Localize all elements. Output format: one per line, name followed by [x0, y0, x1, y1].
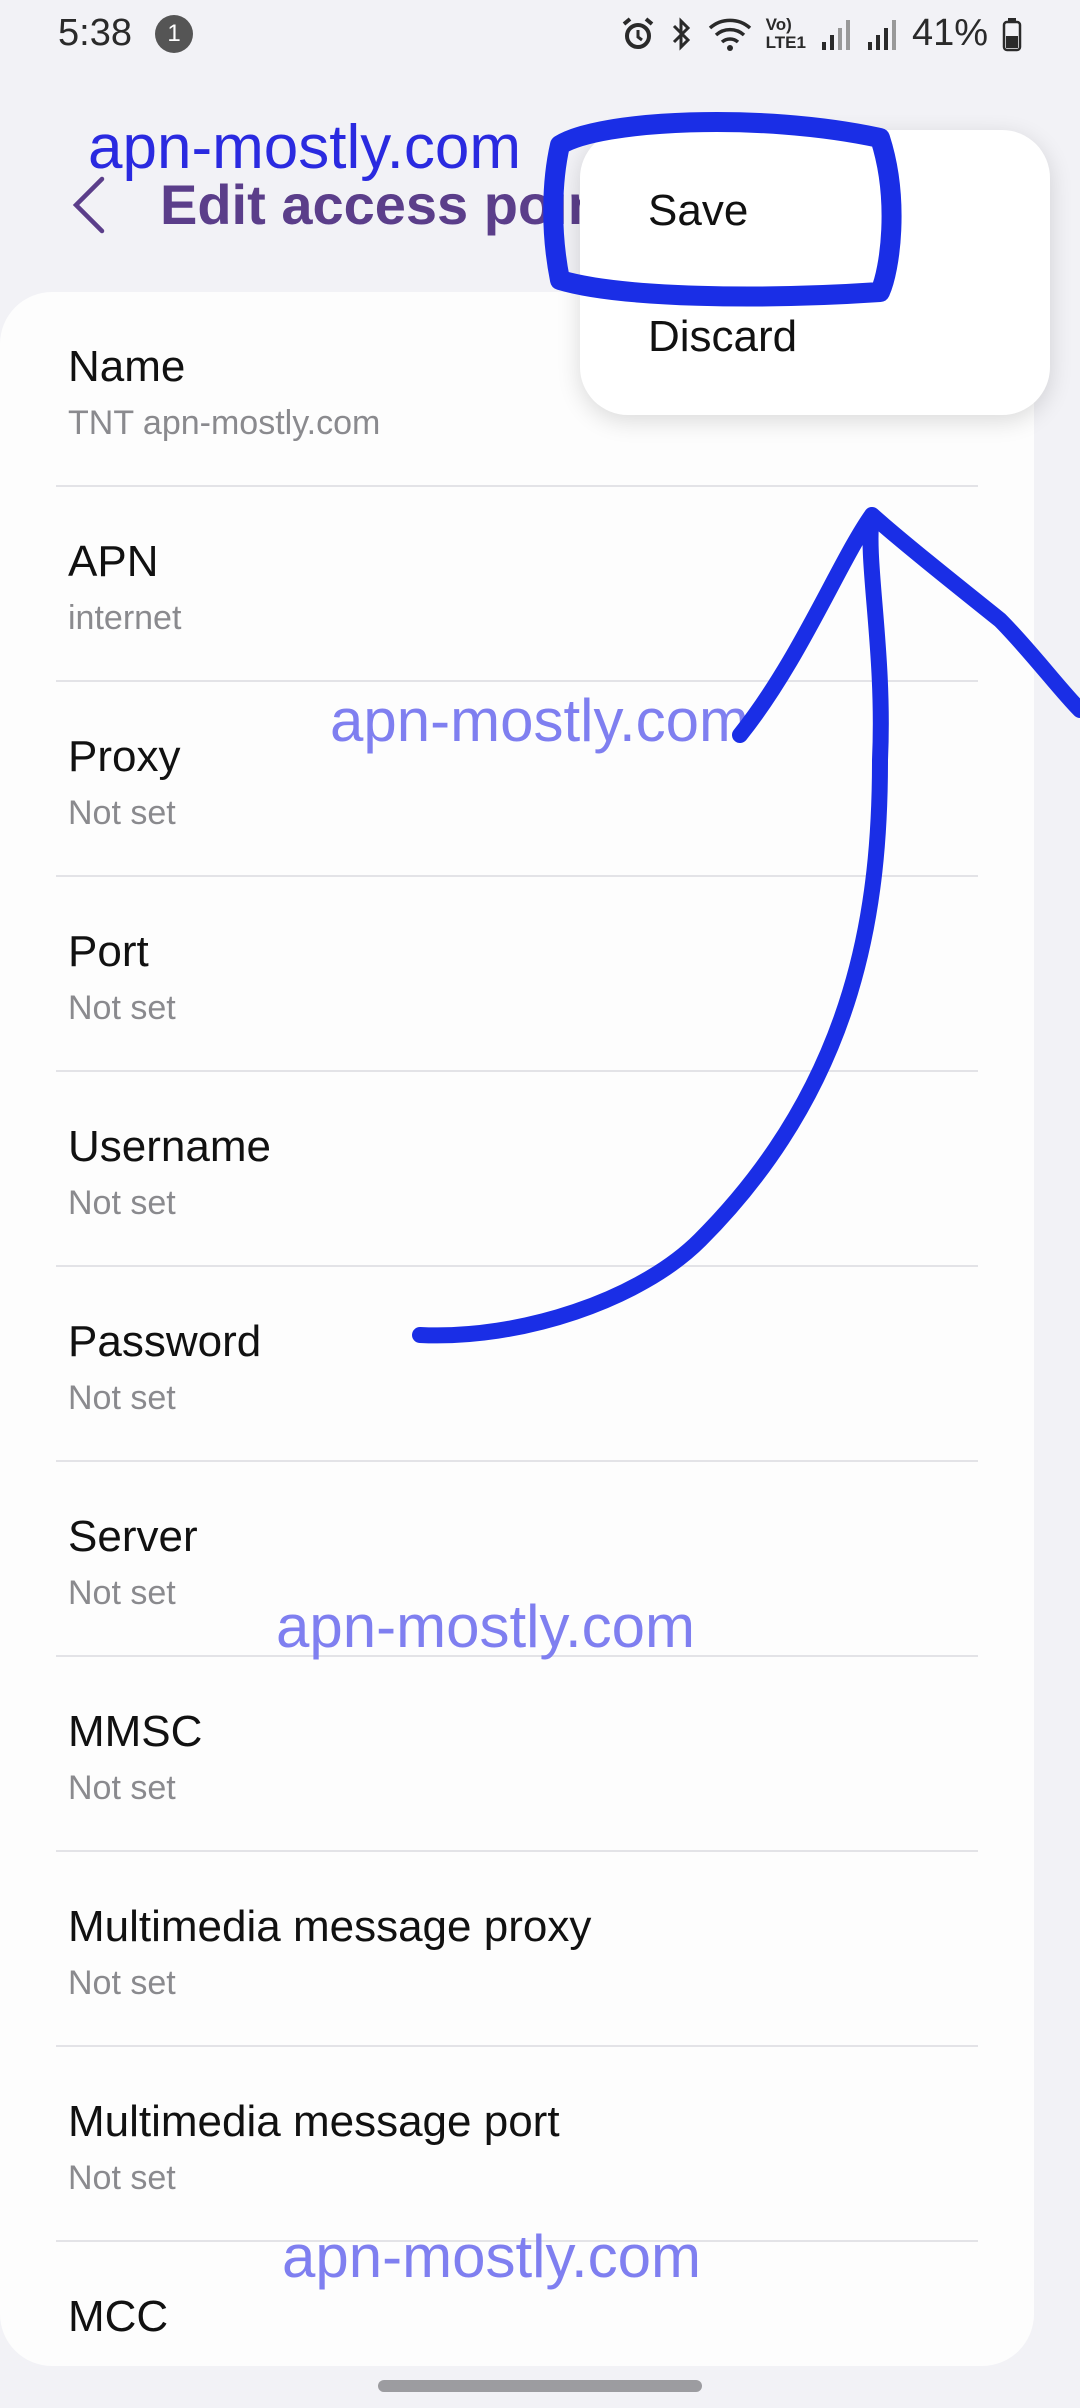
item-label: Multimedia message proxy — [68, 1902, 592, 1951]
item-value: Not set — [68, 794, 176, 832]
watermark-text: apn-mostly.com — [88, 113, 521, 182]
list-item-mms-port[interactable]: Multimedia message port Not set — [56, 2047, 978, 2242]
alarm-icon — [620, 16, 656, 52]
watermark-text: apn-mostly.com — [282, 2223, 702, 2290]
item-label: APN — [68, 537, 159, 586]
notification-count-badge: 1 — [155, 15, 193, 53]
item-value: TNT apn-mostly.com — [68, 404, 381, 442]
item-value: Not set — [68, 1574, 176, 1612]
watermark-text: apn-mostly.com — [276, 1593, 696, 1660]
list-item-port[interactable]: Port Not set — [56, 877, 978, 1072]
item-value: Not set — [68, 1769, 176, 1807]
network-type-label: LTE1 — [765, 32, 806, 52]
status-icons: Vo) LTE1 41% — [620, 12, 1022, 55]
item-label: MMSC — [68, 1707, 203, 1756]
watermark-text: apn-mostly.com — [330, 687, 750, 754]
signal-icon-sim1 — [820, 16, 852, 52]
battery-icon — [1002, 16, 1022, 52]
status-bar: 5:38 1 Vo) LTE1 41% — [0, 0, 1080, 70]
item-label: Server — [68, 1512, 198, 1561]
discard-menu-item[interactable]: Discard — [648, 312, 797, 362]
apn-settings-list: Name TNT apn-mostly.com APN internet Pro… — [0, 292, 1034, 2366]
list-item-apn[interactable]: APN internet — [56, 487, 978, 682]
item-label: Name — [68, 342, 186, 391]
item-value: Not set — [68, 1184, 176, 1222]
item-value: internet — [68, 599, 182, 637]
bluetooth-icon — [670, 16, 694, 52]
navigation-handle[interactable] — [378, 2380, 702, 2392]
save-menu-item[interactable]: Save — [648, 186, 748, 236]
overflow-menu: Save Discard — [580, 130, 1050, 415]
item-value: Not set — [68, 1379, 176, 1417]
item-label: Username — [68, 1122, 271, 1171]
item-value: Not set — [68, 1964, 176, 2002]
list-item-mms-proxy[interactable]: Multimedia message proxy Not set — [56, 1852, 978, 2047]
volte-icon: Vo) LTE1 — [765, 14, 806, 52]
list-item-password[interactable]: Password Not set — [56, 1267, 978, 1462]
item-value: Not set — [68, 989, 176, 1027]
battery-percent: 41% — [911, 12, 988, 54]
chevron-left-icon — [72, 176, 105, 234]
wifi-icon — [708, 16, 752, 52]
item-label: Multimedia message port — [68, 2097, 560, 2146]
signal-icon-sim2 — [866, 16, 898, 52]
list-item-mmsc[interactable]: MMSC Not set — [56, 1657, 978, 1852]
item-label: Port — [68, 927, 149, 976]
item-label: MCC — [68, 2292, 169, 2341]
volte-label: Vo) — [765, 14, 792, 34]
item-label: Password — [68, 1317, 262, 1366]
list-item-username[interactable]: Username Not set — [56, 1072, 978, 1267]
item-value: Not set — [68, 2159, 176, 2197]
item-label: Proxy — [68, 732, 181, 781]
status-time: 5:38 — [58, 12, 132, 54]
